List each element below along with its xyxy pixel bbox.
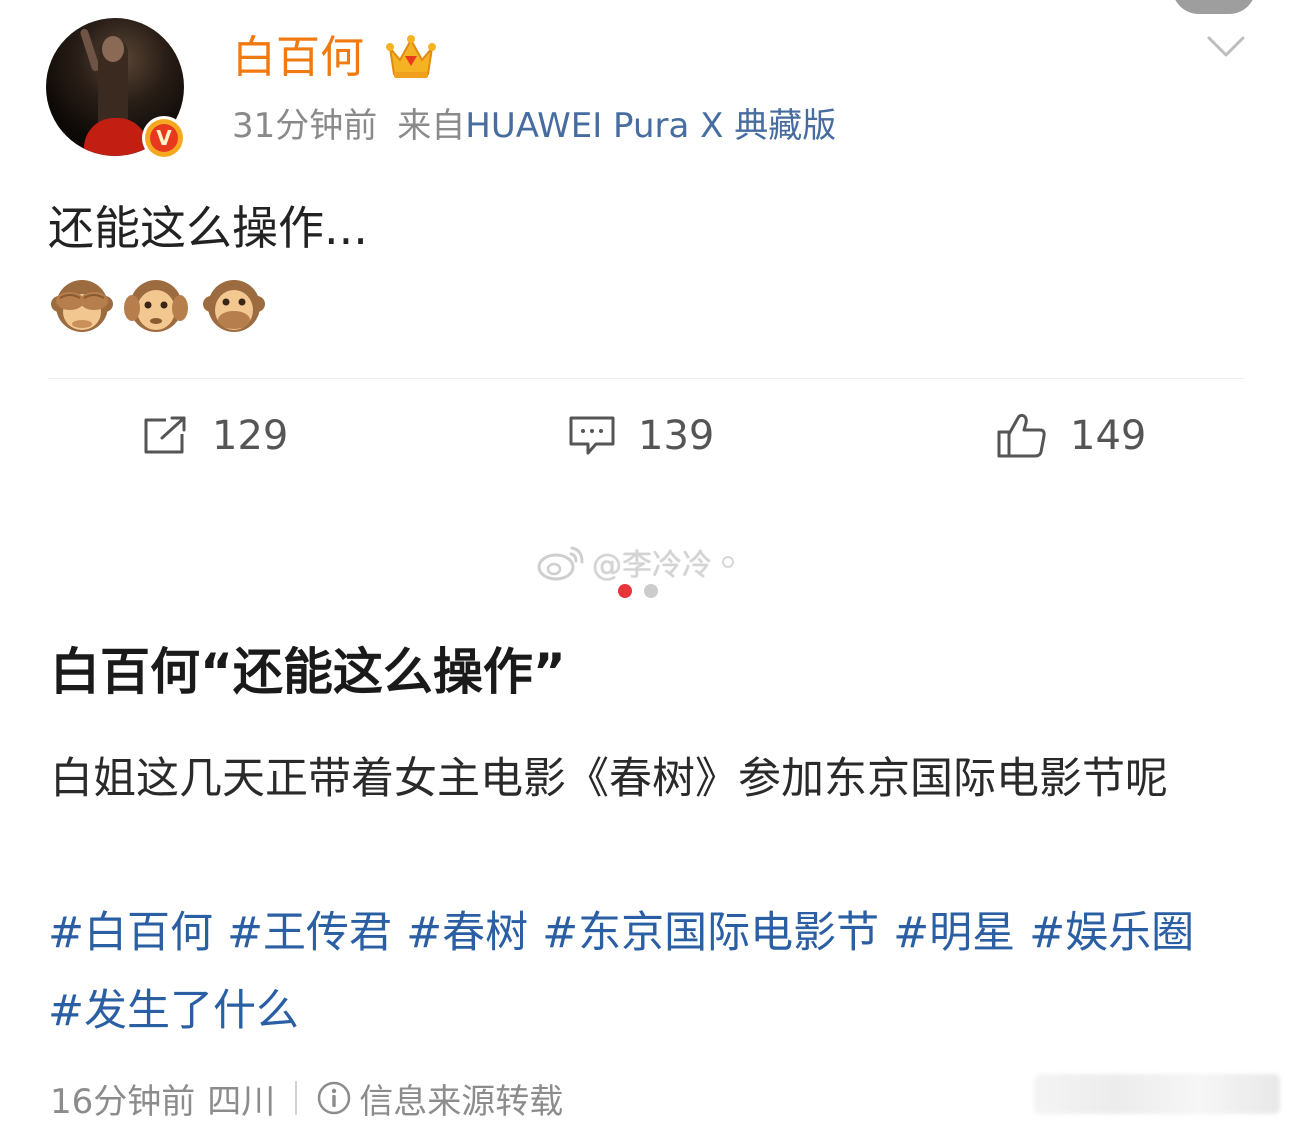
hashtag-link[interactable]: #白百何 [48,894,213,972]
hashtag-link[interactable]: #春树 [406,894,528,972]
watermark-text: @李冷冷 [592,548,712,583]
hear-no-evil-monkey-icon [124,280,188,332]
comment-icon [569,416,615,455]
image-watermark: @李冷冷 [536,540,734,584]
hashtag-link[interactable]: #东京国际电影节 [542,894,879,972]
article-footer: 16分钟前 四川 信息来源转载 [50,1076,564,1122]
username[interactable]: 白百何 [232,30,364,86]
from-label: 来自 [397,106,466,146]
hashtag-link[interactable]: #王传君 [227,894,392,972]
post-meta: 31分钟前 来自HUAWEI Pura X 典藏版 [232,104,836,148]
hashtag-link[interactable]: #娱乐圈 [1029,894,1194,972]
thumbs-up-icon [997,413,1046,458]
like-count: 149 [1070,413,1147,459]
article-body: 白姐这几天正带着女主电影《春树》参加东京国际电影节呢 [50,754,1168,804]
carousel-dot[interactable] [644,584,658,598]
article-headline: 白百何“还能这么操作” [50,643,566,701]
chevron-down-icon[interactable] [1206,34,1246,64]
post-text: 还能这么操作... [48,201,368,255]
repost-button[interactable]: 129 [142,408,288,464]
top-scroll-indicator [1172,0,1256,14]
carousel-dot-active[interactable] [618,584,632,598]
footer-region: 四川 [207,1081,276,1122]
divider [48,378,1244,379]
info-icon[interactable] [317,1081,351,1115]
crown-icon [386,34,436,84]
repost-icon [144,416,186,454]
carousel-indicator [618,584,662,598]
see-no-evil-monkey-icon [51,280,113,332]
weibo-logo-icon [537,546,584,581]
repost-count: 129 [212,413,289,459]
device-link[interactable]: HUAWEI Pura X 典藏版 [465,106,836,146]
source-note: 信息来源转载 [359,1081,564,1122]
comment-count: 139 [638,413,715,459]
hashtag-list: #白百何 #王传君 #春树 #东京国际电影节 #明星 #娱乐圈 #发生了什么 [48,894,1248,1050]
post-time: 31分钟前 [232,106,378,146]
like-button[interactable]: 149 [996,408,1146,464]
verified-badge-icon: V [142,116,186,160]
footer-separator [295,1081,298,1115]
hashtag-link[interactable]: #明星 [893,894,1015,972]
blurred-overlay [1034,1074,1280,1114]
footer-time: 16分钟前 [50,1081,196,1122]
hashtag-link[interactable]: #发生了什么 [48,972,299,1050]
comment-button[interactable]: 139 [568,408,714,464]
speak-no-evil-monkey-icon [203,280,265,332]
